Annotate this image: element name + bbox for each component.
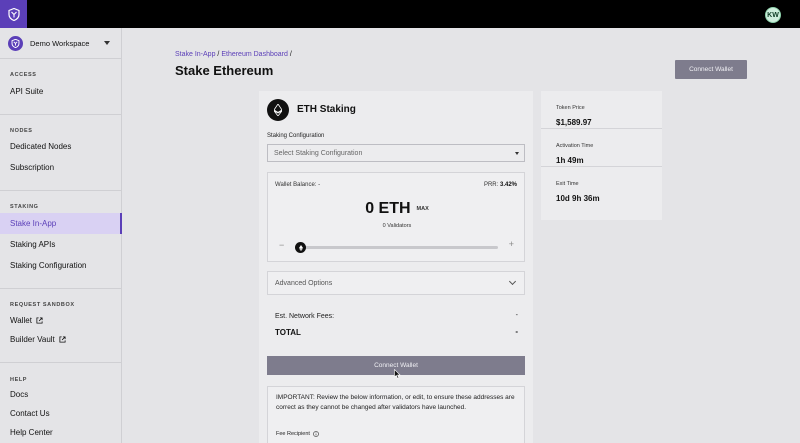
- staking-config-select[interactable]: Select Staking Configuration: [267, 144, 525, 162]
- advanced-options-toggle[interactable]: Advanced Options: [267, 271, 525, 295]
- prr-value: 3.42%: [499, 182, 517, 188]
- breadcrumb-separator: /: [217, 51, 220, 58]
- token-price-value: $1,589.97: [556, 118, 592, 127]
- network-fees-value: -: [515, 312, 518, 319]
- sidebar-item-label: Dedicated Nodes: [10, 142, 72, 151]
- chevron-down-icon: [104, 41, 110, 45]
- important-notice: IMPORTANT: Review the below information,…: [267, 386, 525, 443]
- token-price-row: Token Price $1,589.97: [541, 91, 662, 129]
- stake-amount-panel: Wallet Balance: - PRR: 3.42% 0 ETH MAX 0 …: [267, 172, 525, 262]
- fee-recipient-text: Fee Recipient: [276, 431, 310, 437]
- chevron-down-icon: [508, 277, 517, 286]
- connect-wallet-button[interactable]: Connect Wallet: [675, 60, 747, 79]
- exit-time-value: 10d 9h 36m: [556, 194, 600, 203]
- workspace-icon: [8, 35, 23, 51]
- advanced-options-label: Advanced Options: [275, 279, 333, 287]
- stake-amount: 0 ETH MAX: [268, 200, 526, 218]
- sidebar-item-contact-us[interactable]: Contact Us: [0, 403, 122, 424]
- sidebar-item-dedicated-nodes[interactable]: Dedicated Nodes: [0, 136, 122, 157]
- sidebar-item-docs[interactable]: Docs: [0, 384, 122, 405]
- mouse-cursor-icon: [394, 369, 401, 379]
- sidebar-item-label: Docs: [10, 390, 29, 399]
- brand-logo[interactable]: [0, 0, 27, 28]
- sidebar-item-stake-in-app[interactable]: Stake In-App: [0, 213, 122, 234]
- prr-label: PRR:: [483, 182, 499, 188]
- sidebar-item-subscription[interactable]: Subscription: [0, 157, 122, 178]
- wallet-balance: Wallet Balance: -: [275, 182, 321, 188]
- total-label: TOTAL: [275, 328, 301, 337]
- eth-staking-card: ETH Staking Staking Configuration Select…: [259, 91, 533, 443]
- top-bar: KW: [0, 0, 800, 28]
- card-title: ETH Staking: [297, 104, 356, 115]
- activation-time-label: Activation Time: [556, 143, 594, 149]
- sidebar-item-label: Staking Configuration: [10, 261, 87, 270]
- sidebar-item-label: API Suite: [10, 87, 44, 96]
- exit-time-label: Exit Time: [556, 181, 579, 187]
- sidebar-item-label: Wallet: [10, 316, 32, 325]
- sidebar-item-label: Contact Us: [10, 409, 50, 418]
- sidebar-item-label: Help Center: [10, 428, 53, 437]
- token-price-label: Token Price: [556, 105, 585, 111]
- chevron-down-icon: [515, 152, 519, 155]
- sidebar-divider: [0, 114, 122, 115]
- section-label-staking: STAKING: [10, 204, 39, 210]
- sidebar: Demo Workspace ACCESS API Suite NODES De…: [0, 28, 122, 443]
- section-label-nodes: NODES: [10, 128, 33, 134]
- network-fees-label: Est. Network Fees:: [275, 313, 335, 320]
- breadcrumb: Stake In-App / Ethereum Dashboard /: [175, 51, 292, 58]
- breadcrumb-link-stake-in-app[interactable]: Stake In-App: [175, 51, 215, 58]
- sidebar-divider: [0, 190, 122, 191]
- sidebar-item-staking-configuration[interactable]: Staking Configuration: [0, 255, 122, 276]
- amount-slider-track[interactable]: [300, 246, 498, 249]
- sidebar-divider: [0, 362, 122, 363]
- section-label-sandbox: REQUEST SANDBOX: [10, 302, 75, 308]
- sidebar-item-label: Subscription: [10, 163, 55, 172]
- sidebar-item-staking-apis[interactable]: Staking APIs: [0, 234, 122, 255]
- section-label-help: HELP: [10, 377, 28, 383]
- exit-time-row: Exit Time 10d 9h 36m: [541, 167, 662, 205]
- sidebar-divider: [0, 288, 122, 289]
- user-avatar[interactable]: KW: [765, 7, 781, 23]
- workspace-selector[interactable]: Demo Workspace: [0, 28, 122, 59]
- external-link-icon: [36, 317, 43, 324]
- shield-logo-icon: [7, 7, 20, 21]
- activation-time-row: Activation Time 1h 49m: [541, 129, 662, 167]
- amount-slider-thumb[interactable]: [295, 242, 306, 253]
- sidebar-item-label: Staking APIs: [10, 240, 56, 249]
- decrease-button[interactable]: −: [279, 240, 284, 250]
- workspace-name: Demo Workspace: [30, 38, 90, 48]
- page-title: Stake Ethereum: [175, 63, 274, 78]
- prr-rate: PRR: 3.42%: [484, 182, 517, 188]
- staking-config-label: Staking Configuration: [267, 133, 325, 139]
- ethereum-icon: [267, 99, 289, 121]
- total-value: -: [515, 327, 518, 336]
- ethereum-icon: [298, 244, 303, 251]
- amount-value: 0 ETH: [365, 200, 411, 217]
- max-button[interactable]: MAX: [417, 206, 429, 212]
- info-icon[interactable]: [313, 431, 319, 437]
- sidebar-item-wallet[interactable]: Wallet: [0, 310, 122, 331]
- token-info-card: Token Price $1,589.97 Activation Time 1h…: [541, 91, 662, 220]
- select-placeholder: Select Staking Configuration: [274, 149, 363, 157]
- breadcrumb-separator: /: [289, 51, 292, 58]
- button-label: Connect Wallet: [374, 362, 418, 369]
- sidebar-item-label: Builder Vault: [10, 335, 55, 344]
- sidebar-item-help-center[interactable]: Help Center: [0, 422, 122, 443]
- section-label-access: ACCESS: [10, 72, 37, 78]
- activation-time-value: 1h 49m: [556, 156, 584, 165]
- increase-button[interactable]: +: [509, 239, 514, 249]
- breadcrumb-link-ethereum-dashboard[interactable]: Ethereum Dashboard: [221, 51, 288, 58]
- connect-wallet-button[interactable]: Connect Wallet: [267, 356, 525, 379]
- notice-text: IMPORTANT: Review the below information,…: [276, 394, 515, 411]
- fee-recipient-label: Fee Recipient: [276, 431, 319, 437]
- sidebar-item-api-suite[interactable]: API Suite: [0, 81, 122, 102]
- sidebar-item-label: Stake In-App: [10, 219, 57, 228]
- sidebar-item-builder-vault[interactable]: Builder Vault: [0, 329, 122, 350]
- external-link-icon: [59, 336, 66, 343]
- validators-count: 0 Validators: [382, 223, 412, 229]
